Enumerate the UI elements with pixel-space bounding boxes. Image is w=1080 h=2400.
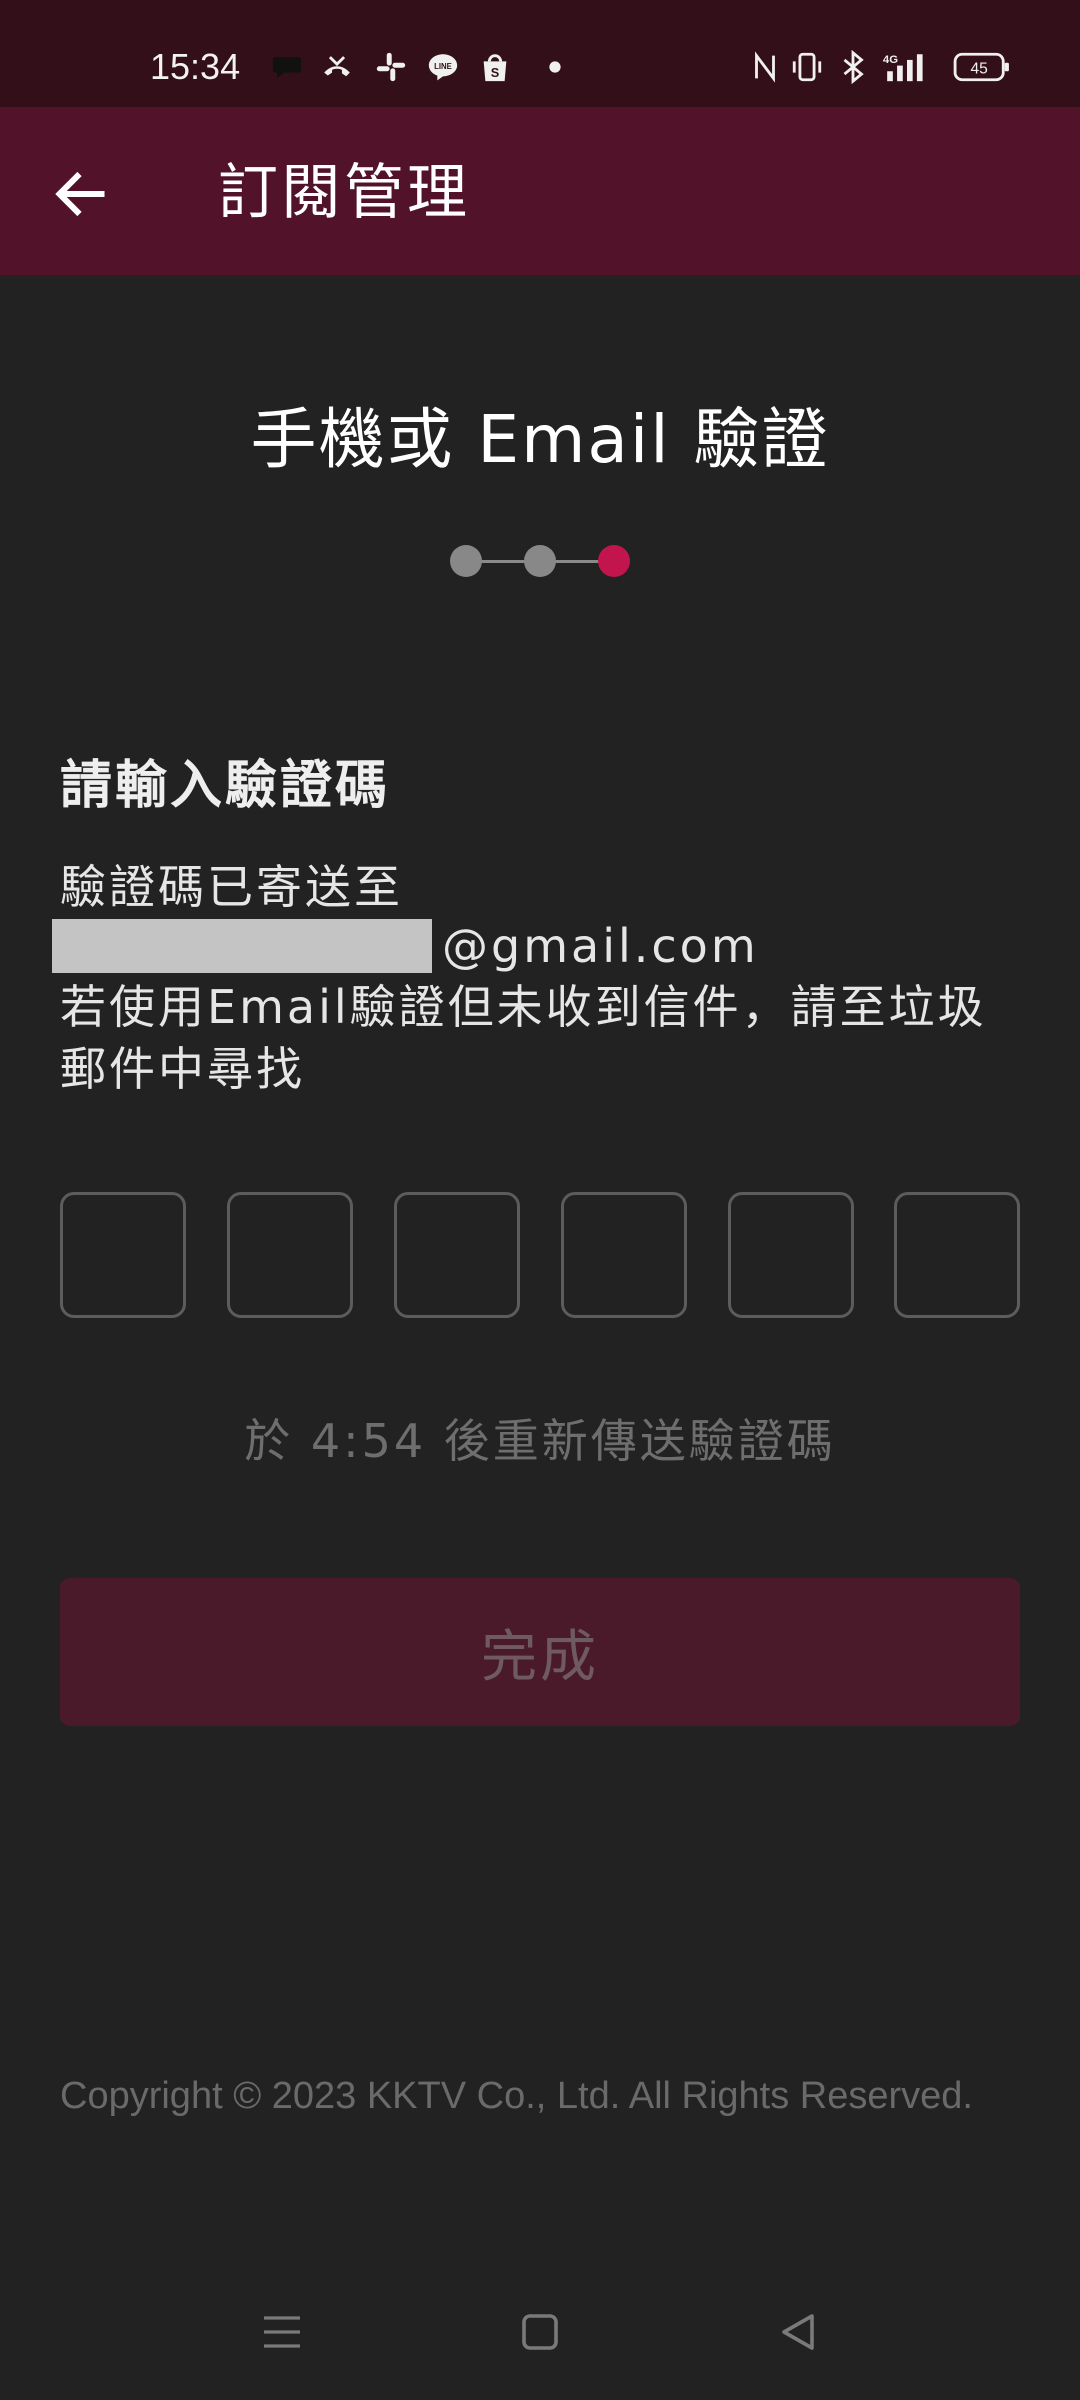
step-dot-3	[598, 545, 630, 577]
back-triangle-icon[interactable]	[774, 2308, 822, 2356]
status-bar: 15:34 LINE S 4G 45	[0, 0, 1080, 107]
redacted-email-block	[52, 919, 432, 973]
app-bar: 訂閱管理	[0, 107, 1080, 275]
battery-level: 45	[971, 60, 989, 77]
dot-icon	[540, 50, 570, 84]
home-icon[interactable]	[516, 2308, 564, 2356]
line-icon: LINE	[424, 50, 462, 84]
app-title: 訂閱管理	[218, 158, 470, 228]
code-digit-4[interactable]	[561, 1192, 687, 1318]
section-title: 請輸入驗證碼	[60, 756, 391, 816]
step-dot-2	[524, 545, 556, 577]
code-digit-2[interactable]	[227, 1192, 353, 1318]
code-digit-5[interactable]	[728, 1192, 854, 1318]
battery-icon: 45	[952, 50, 1012, 84]
signal-4g-icon: 4G	[876, 50, 938, 84]
shopee-icon: S	[478, 50, 512, 84]
vibrate-icon	[790, 50, 824, 84]
code-input-row	[60, 1192, 1020, 1318]
menu-icon[interactable]	[258, 2308, 306, 2356]
bluetooth-icon	[836, 50, 870, 84]
svg-text:LINE: LINE	[434, 62, 452, 71]
missed-call-icon	[320, 50, 354, 84]
resend-countdown: 於 4:54 後重新傳送驗證碼	[244, 1414, 836, 1468]
slack-icon	[374, 50, 408, 84]
step-indicator	[450, 545, 630, 577]
nfc-icon	[748, 50, 782, 84]
arrow-left-icon	[55, 171, 105, 217]
svg-text:S: S	[491, 65, 500, 80]
code-digit-6[interactable]	[894, 1192, 1020, 1318]
page-heading: 手機或 Email 驗證	[250, 401, 830, 478]
code-digit-1[interactable]	[60, 1192, 186, 1318]
step-dot-1	[450, 545, 482, 577]
code-digit-3[interactable]	[394, 1192, 520, 1318]
done-button[interactable]: 完成	[60, 1578, 1020, 1726]
svg-text:4G: 4G	[883, 54, 898, 66]
copyright-text: Copyright © 2023 KKTV Co., Ltd. All Righ…	[60, 2075, 973, 2117]
email-domain: @gmail.com	[442, 919, 759, 973]
screen: 15:34 LINE S 4G 45 訂閱管理 手機或 Email 驗證 請輸入…	[0, 0, 1080, 2400]
back-button[interactable]	[52, 164, 112, 224]
status-time: 15:34	[150, 46, 241, 87]
message-icon	[270, 50, 304, 84]
spam-hint-text: 若使用Email驗證但未收到信件，請至垃圾郵件中尋找	[60, 980, 987, 1096]
sent-to-label: 驗證碼已寄送至	[60, 860, 403, 914]
